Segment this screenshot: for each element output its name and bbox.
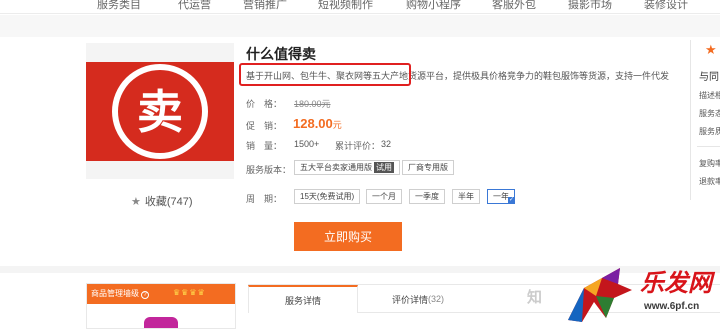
comparison-row: 服务质 [699, 127, 720, 136]
period-option-quarter[interactable]: 一季度 [409, 189, 445, 204]
nav-item-customer-service[interactable]: 客服外包 [492, 0, 536, 12]
star-icon: ★ [705, 42, 717, 57]
grade-panel: 商品管理墙级? ♛♛♛♛ [86, 283, 236, 329]
tab-review-details[interactable]: 评价详情 (32) [358, 285, 478, 313]
star-icon: ★ [131, 196, 141, 208]
nav-item-photography[interactable]: 摄影市场 [568, 0, 612, 12]
product-logo-glyph: 卖 [137, 84, 183, 139]
version-label: 服务版本： [246, 165, 292, 175]
zhihu-watermark: 知 [527, 289, 543, 306]
period-option-half-year[interactable]: 半年 [452, 189, 480, 204]
promo-unit: 元 [332, 120, 342, 130]
favorite-button[interactable]: ★ 收藏(747) [131, 193, 193, 209]
promo-value: 128.00 [293, 116, 333, 131]
brand-url: www.6pf.cn [644, 301, 700, 312]
reviews-value: 32 [381, 139, 392, 149]
version-option-general[interactable]: 五大平台卖家通用版 试用 [294, 160, 400, 175]
promo-price: 128.00元 [293, 116, 342, 131]
version-option-manufacturer[interactable]: 厂商专用版 [402, 160, 454, 175]
reviews-label: 累计评价： [335, 141, 381, 151]
tab-service-details[interactable]: 服务详情 [248, 285, 358, 313]
sales-label: 销 量： [246, 141, 283, 151]
comparison-row: 服务态 [699, 109, 720, 118]
nav-item-decoration[interactable]: 装修设计 [644, 0, 688, 12]
brand-watermark: 乐发网 [640, 268, 712, 297]
comparison-row: 描述相 [699, 91, 720, 100]
product-title: 什么值得卖 [246, 46, 316, 62]
price-label: 价 格： [246, 99, 283, 109]
grade-header: 商品管理墙级? ♛♛♛♛ [87, 284, 235, 304]
product-logo-circle: 卖 [112, 64, 208, 159]
seller-avatar [144, 317, 178, 328]
period-option-label: 一个月 [372, 192, 396, 201]
product-thumbnail: 卖 [86, 43, 234, 179]
grade-label: 商品管理墙级? [91, 288, 149, 299]
horse-logo-icon [568, 268, 632, 322]
period-label: 周 期： [246, 194, 283, 204]
help-icon[interactable]: ? [141, 291, 149, 299]
divider [697, 146, 720, 147]
tab-label: 评价详情 [391, 294, 428, 305]
period-option-year[interactable]: 一年 ✓ [487, 189, 515, 204]
tab-count: (32) [428, 294, 445, 304]
comparison-row: 复购率 [699, 159, 720, 168]
nav-item-operation[interactable]: 代运营 [178, 0, 211, 12]
version-option-label: 五大平台卖家通用版 [300, 163, 372, 172]
product-thumbnail-logo: 卖 [86, 62, 234, 161]
period-option-label: 15天(免费试用) [300, 192, 355, 201]
header-separator [0, 15, 720, 37]
trial-tag: 试用 [374, 162, 394, 173]
comparison-row: 退款率 [699, 177, 720, 186]
period-option-15-days[interactable]: 15天(免费试用) [294, 189, 361, 204]
period-option-label: 半年 [458, 192, 474, 201]
crown-icons: ♛♛♛♛ [173, 288, 206, 297]
top-navigation-bar: 服务类目 代运营 营销推广 短视频制作 购物小程序 客服外包 摄影市场 装修设计 [0, 0, 720, 14]
nav-item-marketing[interactable]: 营销推广 [243, 0, 287, 12]
favorite-count: 收藏(747) [144, 196, 193, 208]
highlight-annotation-box [239, 63, 411, 86]
selected-check-icon: ✓ [508, 197, 515, 204]
buy-now-button[interactable]: 立即购买 [294, 222, 402, 251]
price-value: 180.00元 [294, 99, 331, 109]
version-option-label: 厂商专用版 [408, 163, 448, 172]
period-option-label: 一季度 [415, 192, 439, 201]
period-option-month[interactable]: 一个月 [366, 189, 402, 204]
period-option-label: 一年 [493, 192, 509, 201]
comparison-heading: 与同 [699, 72, 719, 83]
nav-item-service-category[interactable]: 服务类目 [97, 0, 141, 12]
tab-label: 服务详情 [284, 295, 321, 306]
nav-item-short-video[interactable]: 短视频制作 [318, 0, 373, 12]
promo-label: 促 销： [246, 121, 283, 131]
nav-item-mini-program[interactable]: 购物小程序 [406, 0, 461, 12]
sales-value: 1500+ [294, 139, 320, 149]
right-comparison-panel: ★ 与同 描述相 服务态 服务质 复购率 退款率 [690, 40, 720, 200]
